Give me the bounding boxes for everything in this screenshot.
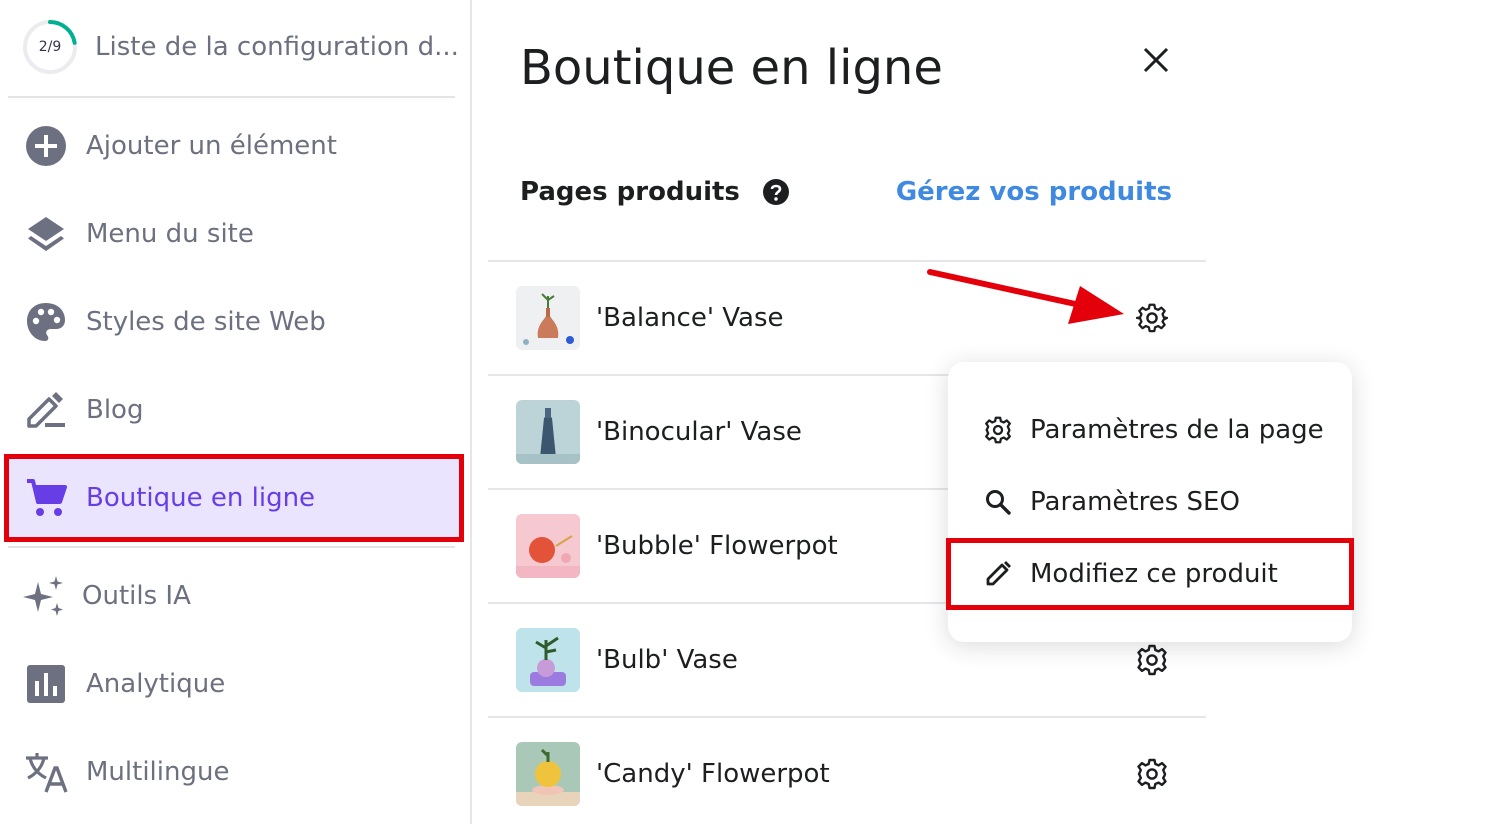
sidebar-item-site-styles[interactable]: Styles de site Web bbox=[8, 282, 460, 362]
sidebar-item-label: Ajouter un élément bbox=[86, 131, 337, 161]
sidebar-item-label: Blog bbox=[86, 395, 144, 425]
product-thumbnail bbox=[516, 742, 580, 806]
gear-icon bbox=[985, 416, 1011, 444]
help-icon[interactable] bbox=[762, 178, 790, 206]
gear-icon[interactable] bbox=[1136, 644, 1168, 676]
bar-chart-icon bbox=[24, 662, 68, 706]
sidebar-item-label: Outils IA bbox=[82, 581, 191, 611]
product-name: 'Candy' Flowerpot bbox=[596, 759, 830, 789]
sidebar-item-ai-tools[interactable]: Outils IA bbox=[8, 556, 460, 636]
product-name: 'Bulb' Vase bbox=[596, 645, 738, 675]
product-name: 'Balance' Vase bbox=[596, 303, 784, 333]
manage-products-link[interactable]: Gérez vos produits bbox=[896, 177, 1172, 207]
menu-item-label: Paramètres de la page bbox=[1030, 415, 1324, 445]
cart-icon bbox=[24, 476, 68, 520]
product-row[interactable]: 'Candy' Flowerpot bbox=[488, 718, 1206, 830]
product-name: 'Binocular' Vase bbox=[596, 417, 802, 447]
product-thumbnail bbox=[516, 400, 580, 464]
setup-checklist[interactable]: 2/9 Liste de la configuration d... bbox=[22, 18, 472, 76]
translate-icon bbox=[24, 750, 68, 794]
sidebar-item-label: Styles de site Web bbox=[86, 307, 326, 337]
close-icon bbox=[1143, 47, 1169, 73]
product-options-menu: Paramètres de la page Paramètres SEO Mod… bbox=[946, 362, 1354, 642]
sidebar-item-multilingual[interactable]: Multilingue bbox=[8, 732, 460, 812]
sidebar-item-site-menu[interactable]: Menu du site bbox=[8, 194, 460, 274]
product-thumbnail bbox=[516, 514, 580, 578]
sidebar-item-label: Analytique bbox=[86, 669, 226, 699]
menu-item-edit-product[interactable]: Modifiez ce produit bbox=[946, 538, 1354, 610]
product-pages-header: Pages produits Gérez vos produits bbox=[520, 168, 1172, 216]
sidebar-item-label: Boutique en ligne bbox=[86, 483, 316, 513]
sidebar-item-online-store[interactable]: Boutique en ligne bbox=[4, 454, 464, 542]
panel-title: Boutique en ligne bbox=[520, 40, 943, 96]
sidebar: 2/9 Liste de la configuration d... Ajout… bbox=[0, 0, 472, 824]
plus-circle-icon bbox=[24, 124, 68, 168]
progress-text: 2/9 bbox=[38, 39, 62, 55]
product-thumbnail bbox=[516, 628, 580, 692]
checklist-title: Liste de la configuration d... bbox=[95, 32, 459, 62]
menu-item-page-settings[interactable]: Paramètres de la page bbox=[948, 396, 1352, 464]
sidebar-divider bbox=[8, 96, 455, 98]
gear-icon[interactable] bbox=[1136, 302, 1168, 334]
palette-icon bbox=[24, 300, 68, 344]
gear-icon[interactable] bbox=[1136, 758, 1168, 790]
sidebar-item-analytics[interactable]: Analytique bbox=[8, 644, 460, 724]
sidebar-item-add-element[interactable]: Ajouter un élément bbox=[8, 106, 460, 186]
pencil-icon bbox=[986, 561, 1011, 586]
sidebar-item-label: Multilingue bbox=[86, 757, 230, 787]
close-button[interactable] bbox=[1134, 38, 1178, 82]
product-row[interactable]: 'Balance' Vase bbox=[488, 262, 1206, 374]
sidebar-item-label: Menu du site bbox=[86, 219, 254, 249]
search-icon bbox=[986, 490, 1011, 515]
menu-item-label: Paramètres SEO bbox=[1030, 487, 1240, 517]
sidebar-divider bbox=[8, 546, 455, 548]
sidebar-item-blog[interactable]: Blog bbox=[8, 370, 460, 450]
menu-item-seo-settings[interactable]: Paramètres SEO bbox=[948, 468, 1352, 536]
progress-ring: 2/9 bbox=[22, 19, 78, 75]
edit-pen-icon bbox=[24, 388, 68, 432]
sparkles-icon bbox=[22, 574, 66, 618]
menu-item-label: Modifiez ce produit bbox=[1030, 559, 1278, 589]
product-name: 'Bubble' Flowerpot bbox=[596, 531, 838, 561]
layers-icon bbox=[24, 212, 68, 256]
section-label: Pages produits bbox=[520, 177, 740, 207]
product-thumbnail bbox=[516, 286, 580, 350]
